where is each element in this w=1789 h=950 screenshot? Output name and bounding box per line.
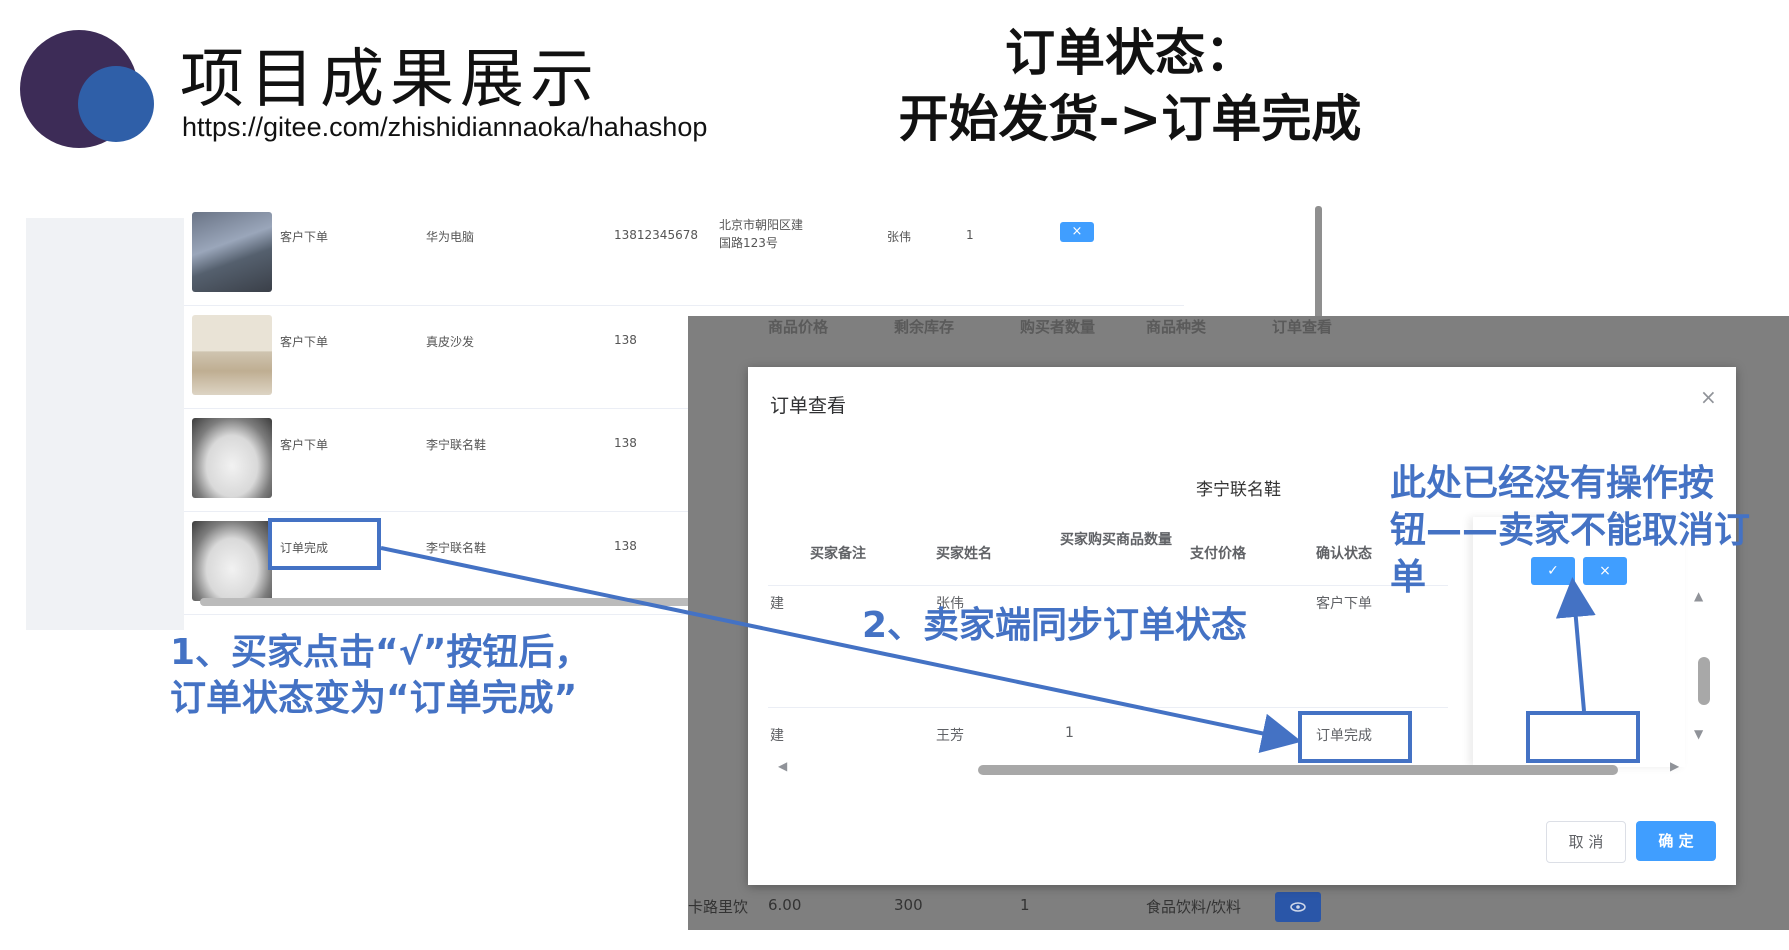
- annotation-note-3: 此处已经没有操作按 钮——卖家不能取消订 单: [1390, 460, 1789, 601]
- note3-line1: 此处已经没有操作按: [1390, 463, 1715, 504]
- arrow-no-action: [1555, 577, 1596, 712]
- annotation-note-2: 2、卖家端同步订单状态: [862, 605, 1248, 646]
- note3-line3: 单: [1390, 557, 1427, 598]
- note3-line2: 钮——卖家不能取消订: [1390, 510, 1751, 551]
- annotation-note-1: 1、买家点击“√”按钮后， 订单状态变为“订单完成”: [170, 630, 590, 722]
- note1-line1: 1、买家点击“√”按钮后，: [170, 632, 591, 673]
- note1-line2: 订单状态变为“订单完成”: [170, 678, 578, 719]
